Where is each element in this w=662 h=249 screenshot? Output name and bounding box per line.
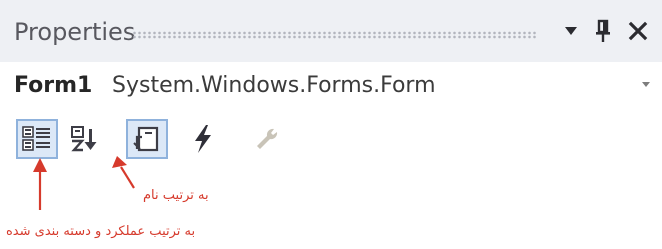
properties-panel: Properties Form1 System.Windows.Forms.Fo… bbox=[0, 0, 662, 249]
annotation-alphabetical: به ترتیب نام bbox=[143, 188, 209, 203]
annotation-categorized: به ترتیب عملکرد و دسته بندی شده bbox=[6, 224, 196, 239]
arrow-categorized bbox=[33, 158, 47, 210]
annotation-arrows bbox=[33, 156, 135, 210]
arrow-alphabetical bbox=[112, 156, 135, 189]
